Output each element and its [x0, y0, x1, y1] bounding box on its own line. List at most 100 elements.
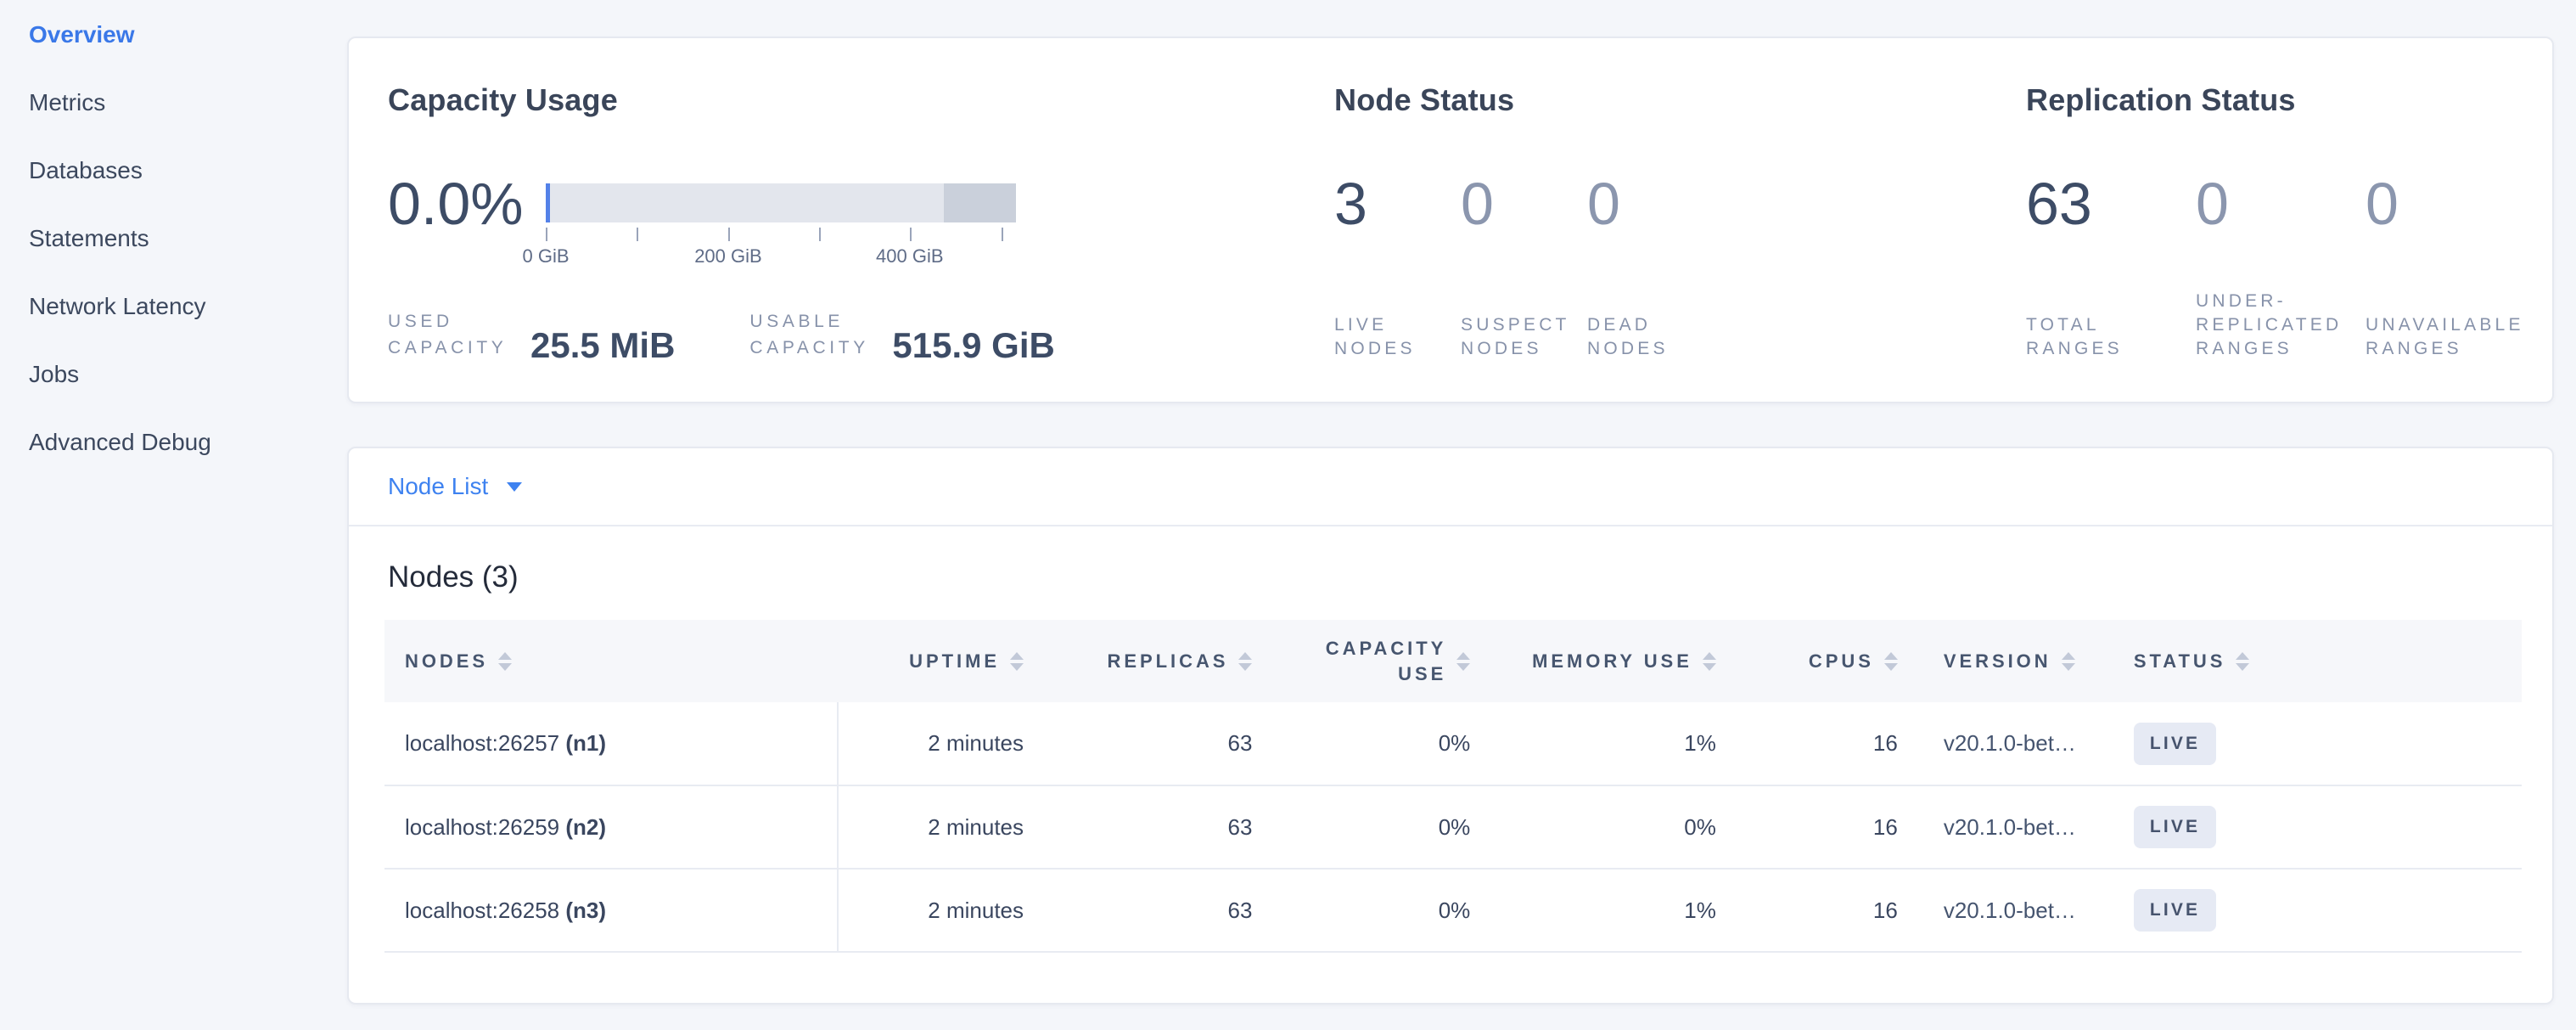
column-header-capacity-use[interactable]: CAPACITY USE [1269, 620, 1487, 702]
sidebar-item-databases[interactable]: Databases [0, 137, 347, 205]
capacity-use-cell: 0% [1269, 869, 1487, 952]
total-ranges-value: 63 [2026, 172, 2179, 235]
tick-label-0gib: 0 GiB [522, 245, 569, 267]
column-header-version[interactable]: VERSION [1915, 620, 2096, 702]
memory-use-cell: 1% [1487, 869, 1733, 952]
unavailable-ranges-value: 0 [2366, 172, 2518, 235]
sort-icon [1238, 652, 1252, 671]
column-header-uptime[interactable]: UPTIME [838, 620, 1041, 702]
table-header-row: NODES UPTIME REPLICAS CAPACITY USE [384, 620, 2522, 702]
status-badge: LIVE [2134, 889, 2216, 932]
usable-capacity-value: 515.9 GiB [892, 327, 1054, 364]
status-cell: LIVE [2096, 869, 2522, 952]
cpus-cell: 16 [1733, 869, 1915, 952]
usable-capacity-label: USABLE CAPACITY [749, 308, 882, 364]
cpus-cell: 16 [1733, 785, 1915, 869]
under-replicated-ranges-metric: 0 UNDER-REPLICATED RANGES [2196, 172, 2366, 364]
capacity-use-cell: 0% [1269, 702, 1487, 785]
chevron-down-icon [507, 482, 522, 492]
capacity-gauge-reserved-segment [944, 183, 1016, 222]
capacity-usage-title: Capacity Usage [388, 82, 1330, 118]
unavailable-ranges-label: UNAVAILABLE RANGES [2366, 313, 2518, 364]
column-header-cpus[interactable]: CPUS [1733, 620, 1915, 702]
table-row: localhost:26257 (n1) 2 minutes 63 0% 1% … [384, 702, 2522, 785]
sort-icon [1456, 652, 1470, 671]
view-selector-row: Node List [349, 448, 2552, 526]
under-replicated-ranges-label: UNDER-REPLICATED RANGES [2196, 290, 2349, 364]
live-nodes-metric: 3 LIVE NODES [1334, 172, 1461, 364]
replication-status-section: Replication Status 63 TOTAL RANGES 0 UND… [2026, 38, 2552, 402]
cluster-summary-card: Capacity Usage 0.0% [347, 37, 2554, 403]
sidebar-item-statements[interactable]: Statements [0, 205, 347, 273]
sort-icon [2062, 652, 2075, 671]
sort-icon [498, 652, 512, 671]
unavailable-ranges-metric: 0 UNAVAILABLE RANGES [2366, 172, 2535, 364]
suspect-nodes-value: 0 [1461, 172, 1570, 235]
suspect-nodes-metric: 0 SUSPECT NODES [1461, 172, 1587, 364]
column-header-memory-use[interactable]: MEMORY USE [1487, 620, 1733, 702]
sidebar-item-overview[interactable]: Overview [0, 1, 347, 69]
capacity-gauge-ticks [546, 228, 1016, 241]
capacity-gauge: 0 GiB 200 GiB 400 GiB [546, 183, 1016, 269]
sort-icon [1884, 652, 1898, 671]
replicas-cell: 63 [1041, 785, 1269, 869]
column-header-status[interactable]: STATUS [2096, 620, 2522, 702]
status-cell: LIVE [2096, 702, 2522, 785]
sidebar-item-advanced-debug[interactable]: Advanced Debug [0, 408, 347, 476]
column-header-replicas[interactable]: REPLICAS [1041, 620, 1269, 702]
usable-capacity-stat: USABLE CAPACITY 515.9 GiB [749, 308, 1054, 364]
total-ranges-metric: 63 TOTAL RANGES [2026, 172, 2196, 364]
status-badge: LIVE [2134, 723, 2216, 765]
capacity-gauge-tick-labels: 0 GiB 200 GiB 400 GiB [546, 245, 1016, 269]
version-cell: v20.1.0-bet… [1915, 785, 2096, 869]
uptime-cell: 2 minutes [838, 785, 1041, 869]
admin-ui-overview-page: Overview Metrics Databases Statements Ne… [0, 0, 2576, 1030]
capacity-used-percent: 0.0% [388, 172, 534, 235]
table-row: localhost:26259 (n2) 2 minutes 63 0% 0% … [384, 785, 2522, 869]
suspect-nodes-label: SUSPECT NODES [1461, 313, 1570, 364]
sort-icon [1010, 652, 1024, 671]
live-nodes-value: 3 [1334, 172, 1444, 235]
memory-use-cell: 0% [1487, 785, 1733, 869]
sidebar-item-network-latency[interactable]: Network Latency [0, 273, 347, 341]
sidebar-item-jobs[interactable]: Jobs [0, 341, 347, 408]
dead-nodes-metric: 0 DEAD NODES [1587, 172, 1714, 364]
sidebar: Overview Metrics Databases Statements Ne… [0, 0, 347, 1030]
node-link[interactable]: localhost:26258 (n3) [384, 869, 838, 952]
node-status-title: Node Status [1334, 82, 2013, 118]
used-capacity-stat: USED CAPACITY 25.5 MiB [388, 308, 675, 364]
cpus-cell: 16 [1733, 702, 1915, 785]
memory-use-cell: 1% [1487, 702, 1733, 785]
node-list-dropdown-label: Node List [388, 473, 488, 500]
sidebar-item-metrics[interactable]: Metrics [0, 69, 347, 137]
replication-status-title: Replication Status [2026, 82, 2552, 118]
capacity-usage-section: Capacity Usage 0.0% [388, 38, 1330, 402]
version-cell: v20.1.0-bet… [1915, 702, 2096, 785]
sort-icon [1703, 652, 1716, 671]
status-badge: LIVE [2134, 806, 2216, 848]
nodes-card: Node List Nodes (3) NODES [347, 447, 2554, 1005]
replicas-cell: 63 [1041, 869, 1269, 952]
used-capacity-value: 25.5 MiB [530, 327, 675, 364]
node-list-dropdown[interactable]: Node List [388, 473, 522, 500]
dead-nodes-value: 0 [1587, 172, 1697, 235]
total-ranges-label: TOTAL RANGES [2026, 313, 2179, 364]
node-link[interactable]: localhost:26259 (n2) [384, 785, 838, 869]
nodes-section-title: Nodes (3) [388, 560, 2552, 594]
nodes-table: NODES UPTIME REPLICAS CAPACITY USE [384, 620, 2522, 953]
uptime-cell: 2 minutes [838, 702, 1041, 785]
node-status-section: Node Status 3 LIVE NODES 0 SUSPECT NODES… [1334, 38, 2013, 402]
sort-icon [2236, 652, 2249, 671]
live-nodes-label: LIVE NODES [1334, 313, 1444, 364]
tick-label-200gib: 200 GiB [694, 245, 762, 267]
column-header-nodes[interactable]: NODES [384, 620, 838, 702]
capacity-gauge-bar [546, 183, 1016, 222]
uptime-cell: 2 minutes [838, 869, 1041, 952]
used-capacity-label: USED CAPACITY [388, 308, 520, 364]
node-link[interactable]: localhost:26257 (n1) [384, 702, 838, 785]
version-cell: v20.1.0-bet… [1915, 869, 2096, 952]
capacity-use-cell: 0% [1269, 785, 1487, 869]
under-replicated-ranges-value: 0 [2196, 172, 2349, 235]
dead-nodes-label: DEAD NODES [1587, 313, 1697, 364]
tick-label-400gib: 400 GiB [876, 245, 944, 267]
